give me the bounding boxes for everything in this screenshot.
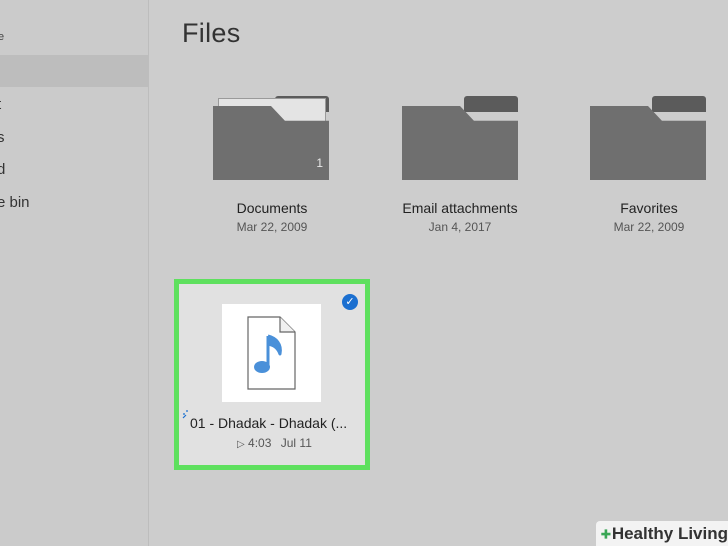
- watermark-text: Healthy Living: [611, 523, 728, 543]
- folder-name: Documents: [236, 200, 308, 216]
- item-count: 1: [316, 156, 323, 170]
- folder-icon: 1: [213, 96, 329, 180]
- plus-icon: [601, 528, 611, 539]
- sidebar-item-selected[interactable]: [0, 55, 148, 87]
- play-icon: ▷: [237, 439, 245, 450]
- page-title: Files: [182, 18, 241, 48]
- file-meta: ▷ 4:03 Jul 11: [237, 436, 312, 450]
- sidebar-item-recycle-bin[interactable]: e bin: [0, 194, 30, 211]
- sidebar: e t s d e bin: [0, 0, 149, 546]
- folder-date: Mar 22, 2009: [613, 220, 685, 234]
- folder-name: Favorites: [620, 200, 678, 216]
- file-item-selected[interactable]: ✓ 01 - Dhadak - Dhadak (... ▷ 4:03 Jul 1…: [174, 279, 370, 470]
- music-file-icon: [247, 316, 296, 390]
- checkmark-icon[interactable]: ✓: [342, 294, 358, 310]
- watermark: Healthy Living: [596, 521, 728, 546]
- file-name: 01 - Dhadak - Dhadak (...: [190, 415, 348, 431]
- folder-date: Jan 4, 2017: [428, 220, 492, 234]
- folder-name: Email attachments: [402, 200, 518, 216]
- folder-icon: [402, 96, 518, 180]
- sidebar-item-3[interactable]: d: [0, 161, 5, 178]
- sidebar-header: e: [0, 31, 5, 43]
- folder-icon: [590, 96, 706, 180]
- file-duration: 4:03: [248, 436, 272, 450]
- sidebar-item-2[interactable]: s: [0, 129, 5, 146]
- file-date: Jul 11: [280, 436, 312, 450]
- sidebar-item-1[interactable]: t: [0, 96, 1, 113]
- file-thumbnail: [222, 304, 321, 402]
- folder-date: Mar 22, 2009: [236, 220, 308, 234]
